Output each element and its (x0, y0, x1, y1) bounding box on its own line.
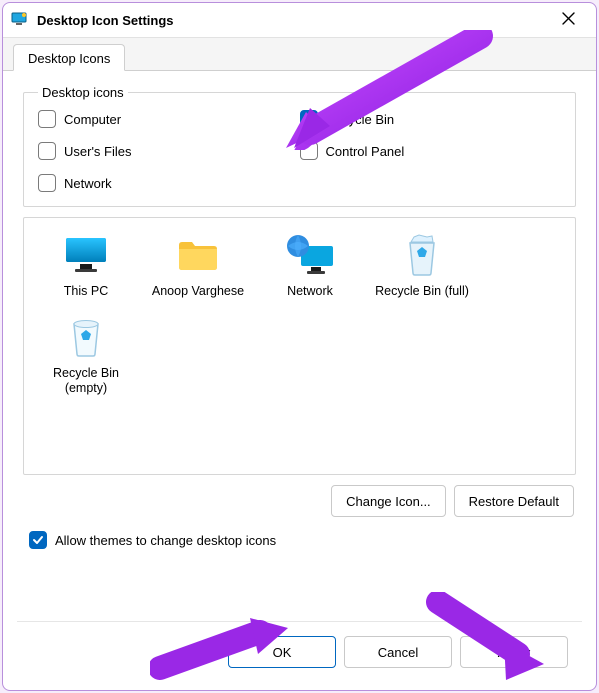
recycle-full-icon (403, 233, 441, 280)
icon-label: This PC (32, 284, 140, 300)
close-icon (562, 12, 575, 28)
icon-label: Anoop Varghese (144, 284, 252, 300)
desktop-icons-group: Desktop icons Computer Recycle Bin User'… (23, 85, 576, 207)
checkbox-icon (300, 110, 318, 128)
recycle-empty-icon (67, 314, 105, 361)
icon-label: Recycle Bin (full) (368, 284, 476, 300)
dialog-buttons-row: OK Cancel Apply (17, 621, 582, 682)
checkbox-icon (29, 531, 47, 549)
close-button[interactable] (548, 6, 588, 34)
checkbox-icon (38, 174, 56, 192)
checkbox-allow-themes[interactable]: Allow themes to change desktop icons (17, 521, 582, 553)
tab-desktop-icons[interactable]: Desktop Icons (13, 44, 125, 71)
icon-recycle-bin-empty[interactable]: Recycle Bin (empty) (30, 310, 142, 407)
checkbox-label: User's Files (64, 144, 132, 159)
tab-label: Desktop Icons (28, 51, 110, 66)
checkbox-icon (38, 110, 56, 128)
app-icon (11, 10, 29, 31)
ok-button[interactable]: OK (228, 636, 336, 668)
icon-preview-box: This PC Anoop Varghese (23, 217, 576, 475)
icon-recycle-bin-full[interactable]: Recycle Bin (full) (366, 228, 478, 310)
icon-label: Recycle Bin (empty) (32, 366, 140, 397)
content-area: Desktop icons Computer Recycle Bin User'… (3, 71, 596, 690)
change-icon-button[interactable]: Change Icon... (331, 485, 446, 517)
folder-icon (175, 235, 221, 278)
titlebar: Desktop Icon Settings (3, 3, 596, 37)
checkbox-label: Computer (64, 112, 121, 127)
checkbox-label: Recycle Bin (326, 112, 395, 127)
monitor-icon (63, 235, 109, 278)
checkbox-icon (300, 142, 318, 160)
icon-label: Network (256, 284, 364, 300)
cancel-button[interactable]: Cancel (344, 636, 452, 668)
checkbox-label: Allow themes to change desktop icons (55, 533, 276, 548)
group-legend: Desktop icons (38, 85, 128, 100)
checkbox-network[interactable]: Network (38, 174, 300, 192)
dialog-window: Desktop Icon Settings Desktop Icons Desk… (2, 2, 597, 691)
network-icon (285, 234, 335, 279)
checkbox-control-panel[interactable]: Control Panel (300, 142, 562, 160)
tab-bar: Desktop Icons (3, 37, 596, 71)
icon-network[interactable]: Network (254, 228, 366, 310)
icon-this-pc[interactable]: This PC (30, 228, 142, 310)
checkbox-icon (38, 142, 56, 160)
checkbox-recycle-bin[interactable]: Recycle Bin (300, 110, 562, 128)
checkbox-label: Control Panel (326, 144, 405, 159)
apply-button[interactable]: Apply (460, 636, 568, 668)
window-title: Desktop Icon Settings (37, 13, 548, 28)
restore-default-button[interactable]: Restore Default (454, 485, 574, 517)
icon-user-folder[interactable]: Anoop Varghese (142, 228, 254, 310)
checkbox-computer[interactable]: Computer (38, 110, 300, 128)
icon-buttons-row: Change Icon... Restore Default (17, 475, 582, 521)
checkbox-users-files[interactable]: User's Files (38, 142, 300, 160)
checkbox-label: Network (64, 176, 112, 191)
